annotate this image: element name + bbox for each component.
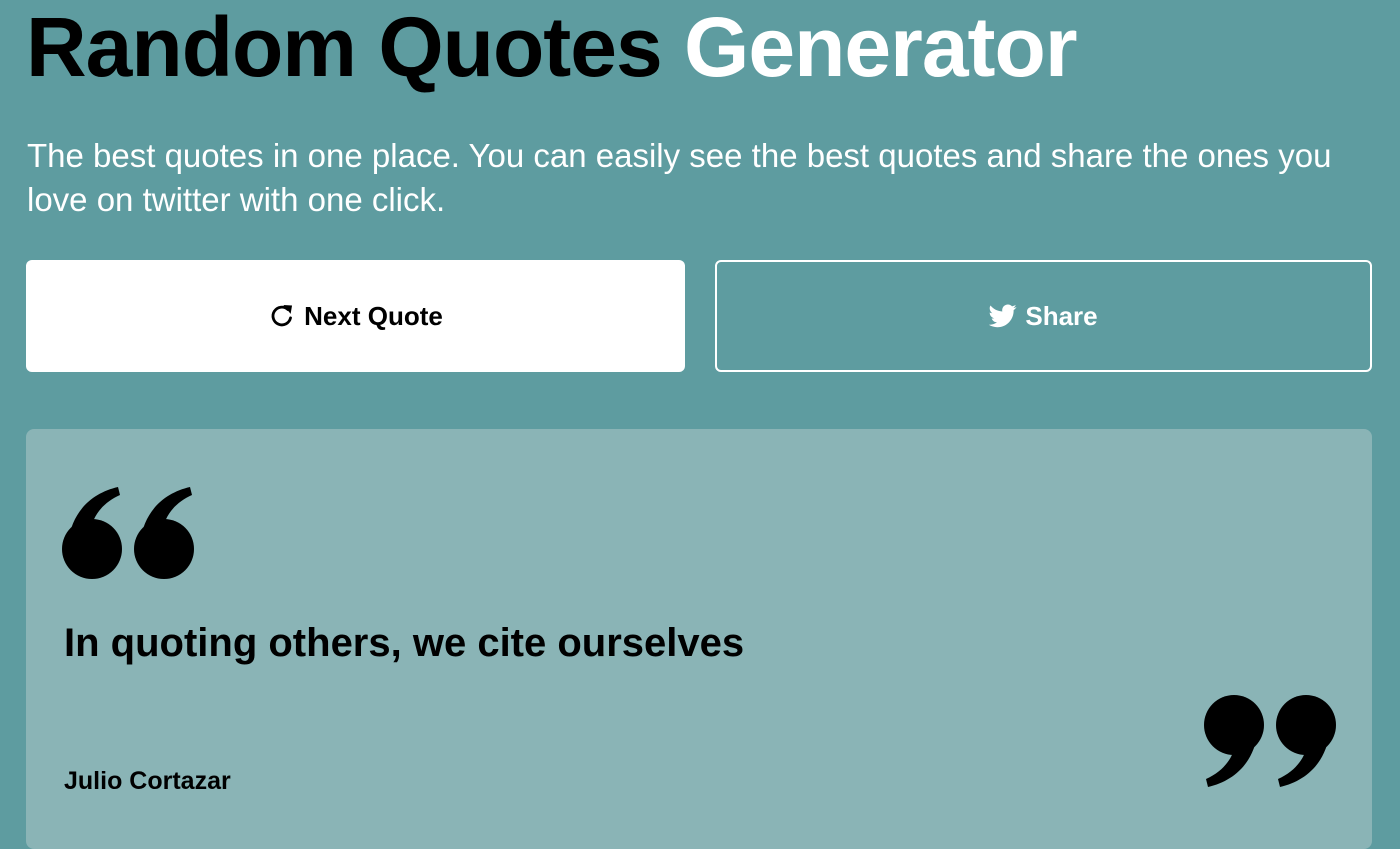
share-label: Share [1025, 300, 1098, 331]
quote-text: In quoting others, we cite ourselves [64, 621, 745, 665]
quote-author: Julio Cortazar [64, 767, 231, 795]
twitter-icon [989, 304, 1017, 328]
share-button[interactable]: Share [715, 260, 1372, 372]
quote-close-icon [1202, 691, 1336, 792]
next-quote-button[interactable]: Next Quote [26, 260, 685, 372]
page-subtitle: The best quotes in one place. You can ea… [27, 137, 1332, 218]
quote-card: In quoting others, we cite ourselves Jul… [26, 429, 1372, 849]
quote-open-icon [62, 487, 196, 588]
page-title: Random Quotes Generator [26, 0, 1078, 102]
next-quote-label: Next Quote [304, 300, 443, 331]
refresh-icon [268, 302, 296, 330]
title-main: Random Quotes [26, 0, 663, 94]
title-accent: Generator [684, 0, 1077, 94]
